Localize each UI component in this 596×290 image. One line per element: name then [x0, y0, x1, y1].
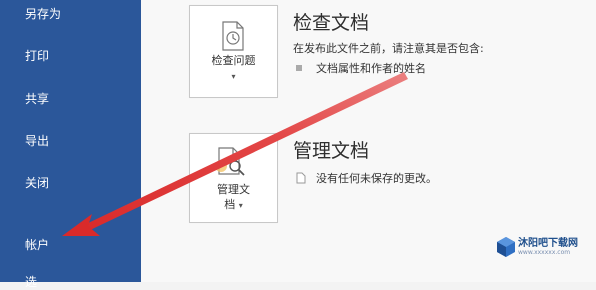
- manage-document-label-line2-text: 档: [224, 198, 236, 211]
- watermark-subtext: www.xxxxxx.com: [518, 249, 571, 256]
- document-icon: [296, 172, 306, 184]
- inspect-document-description: 在发布此文件之前，请注意其是否包含:: [293, 42, 484, 55]
- watermark-text: 沐阳吧下载网: [518, 238, 578, 249]
- inspect-bullet-text: 文档属性和作者的姓名: [316, 62, 426, 75]
- check-issues-label: 检查问题: [211, 54, 256, 67]
- bullet-icon: [296, 65, 302, 71]
- cube-icon: [497, 237, 515, 257]
- manage-document-icon: [215, 147, 245, 176]
- backstage-sidebar: 另存为 打印 共享 导出 关闭 帐户 选: [0, 0, 141, 289]
- chevron-down-icon: ▾: [238, 201, 243, 210]
- sidebar-item-share[interactable]: 共享: [25, 91, 49, 107]
- manage-document-title: 管理文档: [293, 140, 370, 162]
- manage-bullet: 没有任何未保存的更改。: [296, 170, 437, 186]
- manage-bullet-text: 没有任何未保存的更改。: [316, 172, 437, 185]
- manage-document-label-line1: 管理文: [217, 183, 250, 196]
- sidebar-item-export[interactable]: 导出: [25, 133, 49, 149]
- manage-document-button[interactable]: 管理文 档 ▾: [189, 133, 278, 223]
- chevron-down-icon: ▾: [231, 72, 236, 81]
- inspect-document-title: 检查文档: [293, 12, 370, 34]
- inspect-document-icon: [222, 21, 244, 51]
- sidebar-item-close[interactable]: 关闭: [25, 175, 49, 191]
- watermark-logo: 沐阳吧下载网 www.xxxxxx.com: [492, 230, 596, 266]
- check-issues-button[interactable]: 检查问题 ▾: [189, 5, 278, 98]
- sidebar-item-options[interactable]: 选: [25, 274, 37, 290]
- sidebar-item-account[interactable]: 帐户: [25, 237, 49, 253]
- sidebar-item-save-as[interactable]: 另存为: [25, 6, 61, 22]
- manage-document-label-line2: 档 ▾: [190, 198, 277, 213]
- sidebar-item-print[interactable]: 打印: [25, 48, 49, 64]
- inspect-bullet: 文档属性和作者的姓名: [296, 60, 426, 76]
